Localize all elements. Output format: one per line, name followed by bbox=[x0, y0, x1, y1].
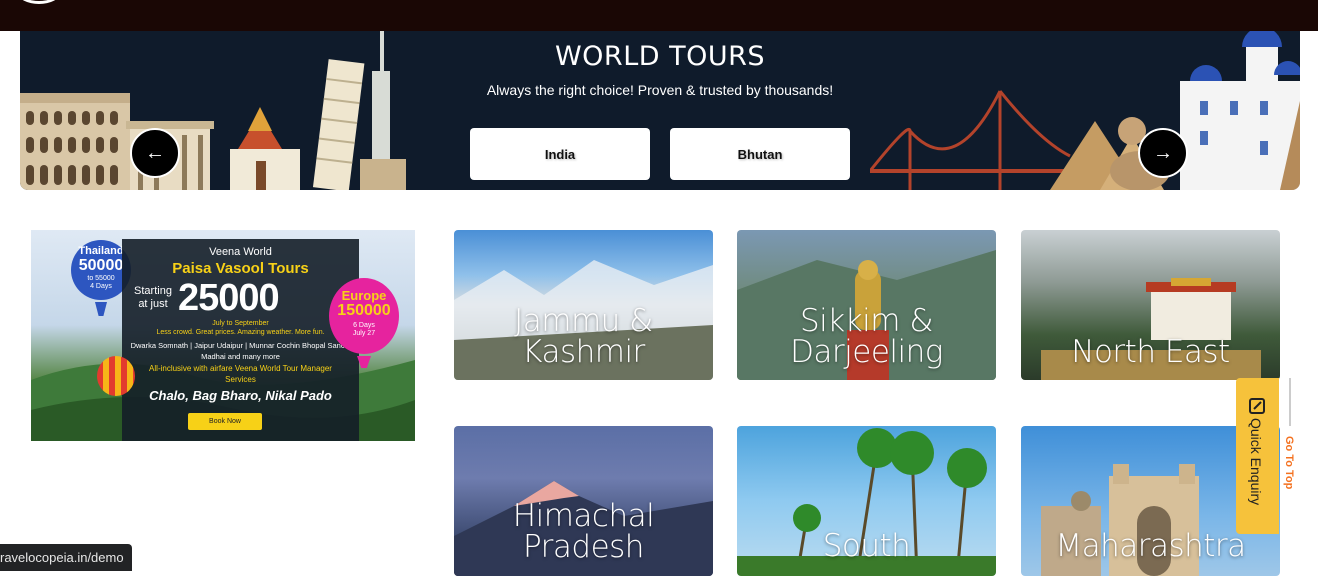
promo-panel: Veena World Paisa Vasool Tours Starting … bbox=[122, 239, 359, 441]
promo-slogan: Chalo, Bag Bharo, Nikal Pado bbox=[149, 388, 332, 403]
europe-days: 6 Days bbox=[353, 322, 375, 329]
promo-inclusive: All-inclusive with airfare Veena World T… bbox=[149, 364, 332, 384]
promo-book-now-button[interactable]: Book Now bbox=[188, 413, 262, 430]
arrow-right-icon: → bbox=[1153, 141, 1173, 164]
europe-date: July 27 bbox=[352, 330, 376, 337]
europe-price: 150000 bbox=[337, 302, 391, 319]
promo-brand: Veena World bbox=[209, 246, 272, 258]
destination-label: Himachal Pradesh bbox=[512, 498, 655, 565]
promo-tagline: Less crowd. Great prices. Amazing weathe… bbox=[156, 329, 325, 336]
promo-dates: July to September bbox=[212, 320, 269, 327]
quick-enquiry-button[interactable]: Quick Enquiry bbox=[1236, 378, 1279, 534]
destination-card-south[interactable]: South bbox=[737, 426, 996, 576]
logo[interactable] bbox=[18, 0, 60, 4]
destination-label: South bbox=[822, 528, 911, 564]
promo-headline: Paisa Vasool Tours bbox=[172, 260, 309, 277]
go-to-top-label: Go To Top bbox=[1283, 436, 1295, 490]
destination-card-sikkim-darjeeling[interactable]: Sikkim & Darjeeling bbox=[737, 230, 996, 380]
balloon-basket-icon bbox=[95, 302, 107, 316]
striped-balloon bbox=[97, 356, 135, 396]
promo-starting-text: Starting at just bbox=[134, 285, 172, 310]
world-tours-banner: WORLD TOURS Always the right choice! Pro… bbox=[20, 31, 1300, 190]
tab-bhutan[interactable]: Bhutan bbox=[670, 128, 850, 180]
destination-label: Jammu & Kashmir bbox=[514, 303, 653, 370]
go-to-top-line bbox=[1289, 378, 1291, 426]
promo-price: 25000 bbox=[178, 277, 280, 319]
edit-icon bbox=[1249, 398, 1265, 414]
promo-banner[interactable]: Thailand 50000 to 55000 4 Days Veena Wor… bbox=[31, 230, 415, 441]
destination-label: North East bbox=[1071, 334, 1230, 370]
arrow-left-icon: ← bbox=[145, 141, 165, 164]
destination-card-himachal-pradesh[interactable]: Himachal Pradesh bbox=[454, 426, 713, 576]
top-navbar bbox=[0, 0, 1318, 31]
carousel-prev-button[interactable]: ← bbox=[130, 128, 180, 178]
carousel-next-button[interactable]: → bbox=[1138, 128, 1188, 178]
tab-india[interactable]: India bbox=[470, 128, 650, 180]
landmarks-right-illustration bbox=[870, 31, 1300, 190]
destination-card-jammu-kashmir[interactable]: Jammu & Kashmir bbox=[454, 230, 713, 380]
europe-title: Europe bbox=[341, 288, 387, 303]
destination-card-north-east[interactable]: North East bbox=[1021, 230, 1280, 380]
destination-label: Sikkim & Darjeeling bbox=[790, 303, 943, 370]
quick-enquiry-label: Quick Enquiry bbox=[1248, 418, 1264, 506]
status-bar-url: ravelocopeia.in/demo bbox=[0, 544, 132, 571]
destination-label: Maharashtra bbox=[1055, 528, 1246, 564]
promo-routes: Dwarka Somnath | Jaipur Udaipur | Munnar… bbox=[130, 341, 351, 361]
go-to-top-button[interactable]: Go To Top bbox=[1281, 378, 1301, 508]
